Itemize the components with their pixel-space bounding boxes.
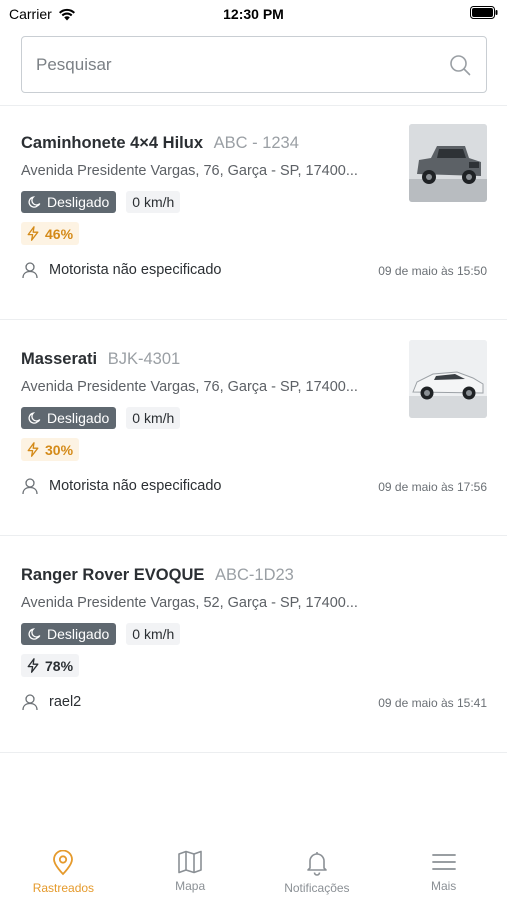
tab-notificacoes[interactable]: Notificações: [254, 838, 381, 900]
vehicle-name: Masserati: [21, 350, 98, 368]
user-icon: [22, 478, 38, 495]
divider: [0, 105, 507, 106]
ignition-status-label: Desligado: [47, 626, 110, 642]
speed-badge: 0 km/h: [126, 191, 181, 213]
vehicle-card-hilux[interactable]: Caminhonete 4×4 Hilux ABC - 1234 Avenida…: [0, 124, 507, 350]
vehicle-photo[interactable]: [409, 340, 487, 418]
tab-label: Mapa: [175, 879, 206, 893]
battery-label: 78%: [45, 657, 74, 674]
battery-badge: 78%: [21, 654, 80, 677]
vehicle-address: Avenida Presidente Vargas, 52, Garça - S…: [21, 595, 358, 611]
battery-badge: 30%: [21, 438, 80, 461]
ignition-status-badge: Desligado: [21, 407, 117, 429]
driver-name: Motorista não especificado: [49, 262, 222, 278]
tab-rastreados[interactable]: Rastreados: [0, 838, 127, 900]
driver-row: Motorista não especificado: [21, 477, 222, 495]
tab-mais[interactable]: Mais: [380, 838, 507, 900]
battery-label: 46%: [45, 225, 74, 242]
moon-icon: [28, 195, 41, 208]
tab-label: Mais: [430, 879, 457, 893]
status-bar: Carrier 12:30 PM: [0, 0, 507, 30]
vehicle-name: Caminhonete 4×4 Hilux: [21, 134, 204, 152]
search-input[interactable]: [36, 54, 448, 75]
vehicle-card-masserati[interactable]: Masserati BJK-4301 Avenida Presidente Va…: [0, 340, 507, 566]
speed-badge: 0 km/h: [126, 623, 181, 645]
battery-badge: 46%: [21, 222, 80, 245]
vehicle-plate: ABC-1D23: [214, 566, 294, 584]
driver-row: rael2: [21, 693, 81, 711]
status-time: 12:30 PM: [223, 6, 284, 22]
last-update-time: 09 de maio às 15:50: [378, 264, 487, 278]
divider: [0, 752, 507, 753]
search-icon[interactable]: [448, 53, 472, 77]
bell-icon: [307, 852, 327, 876]
status-row: Desligado 0 km/h: [21, 191, 181, 213]
menu-icon: [431, 854, 456, 870]
vehicle-title: Ranger Rover EVOQUE ABC-1D23: [21, 566, 294, 585]
user-icon: [22, 262, 38, 279]
divider: [0, 319, 507, 320]
user-icon: [22, 694, 38, 711]
vehicle-title: Caminhonete 4×4 Hilux ABC - 1234: [21, 134, 299, 153]
vehicle-address: Avenida Presidente Vargas, 76, Garça - S…: [21, 379, 358, 395]
bottom-nav: Rastreados Mapa Notificações Mais: [0, 838, 507, 900]
location-pin-icon: [53, 850, 74, 876]
status-row: Desligado 0 km/h: [21, 407, 181, 429]
ignition-status-badge: Desligado: [21, 191, 117, 213]
search-box[interactable]: [21, 36, 487, 93]
vehicle-name: Ranger Rover EVOQUE: [21, 566, 205, 584]
last-update-time: 09 de maio às 15:41: [378, 696, 487, 710]
vehicle-plate: ABC - 1234: [213, 134, 299, 152]
speed-badge: 0 km/h: [126, 407, 181, 429]
lightning-icon: [27, 226, 39, 241]
tab-mapa[interactable]: Mapa: [127, 838, 254, 900]
tab-label: Notificações: [284, 881, 350, 895]
moon-icon: [28, 411, 41, 424]
vehicle-card-evoque[interactable]: Ranger Rover EVOQUE ABC-1D23 Avenida Pre…: [0, 566, 507, 782]
last-update-time: 09 de maio às 17:56: [378, 480, 487, 494]
lightning-icon: [27, 658, 39, 673]
driver-row: Motorista não especificado: [21, 261, 222, 279]
map-icon: [178, 850, 202, 874]
vehicle-plate: BJK-4301: [107, 350, 181, 368]
battery-label: 30%: [45, 441, 74, 458]
vehicle-title: Masserati BJK-4301: [21, 350, 180, 369]
status-row: Desligado 0 km/h: [21, 623, 181, 645]
tab-label: Rastreados: [32, 881, 95, 895]
lightning-icon: [27, 442, 39, 457]
driver-name: rael2: [49, 694, 82, 710]
ignition-status-label: Desligado: [47, 194, 110, 210]
ignition-status-badge: Desligado: [21, 623, 117, 645]
driver-name: Motorista não especificado: [49, 478, 222, 494]
vehicle-address: Avenida Presidente Vargas, 76, Garça - S…: [21, 163, 358, 179]
divider: [0, 535, 507, 536]
ignition-status-label: Desligado: [47, 410, 110, 426]
vehicle-photo[interactable]: [409, 124, 487, 202]
moon-icon: [28, 627, 41, 640]
battery-status-icon: [470, 6, 498, 24]
